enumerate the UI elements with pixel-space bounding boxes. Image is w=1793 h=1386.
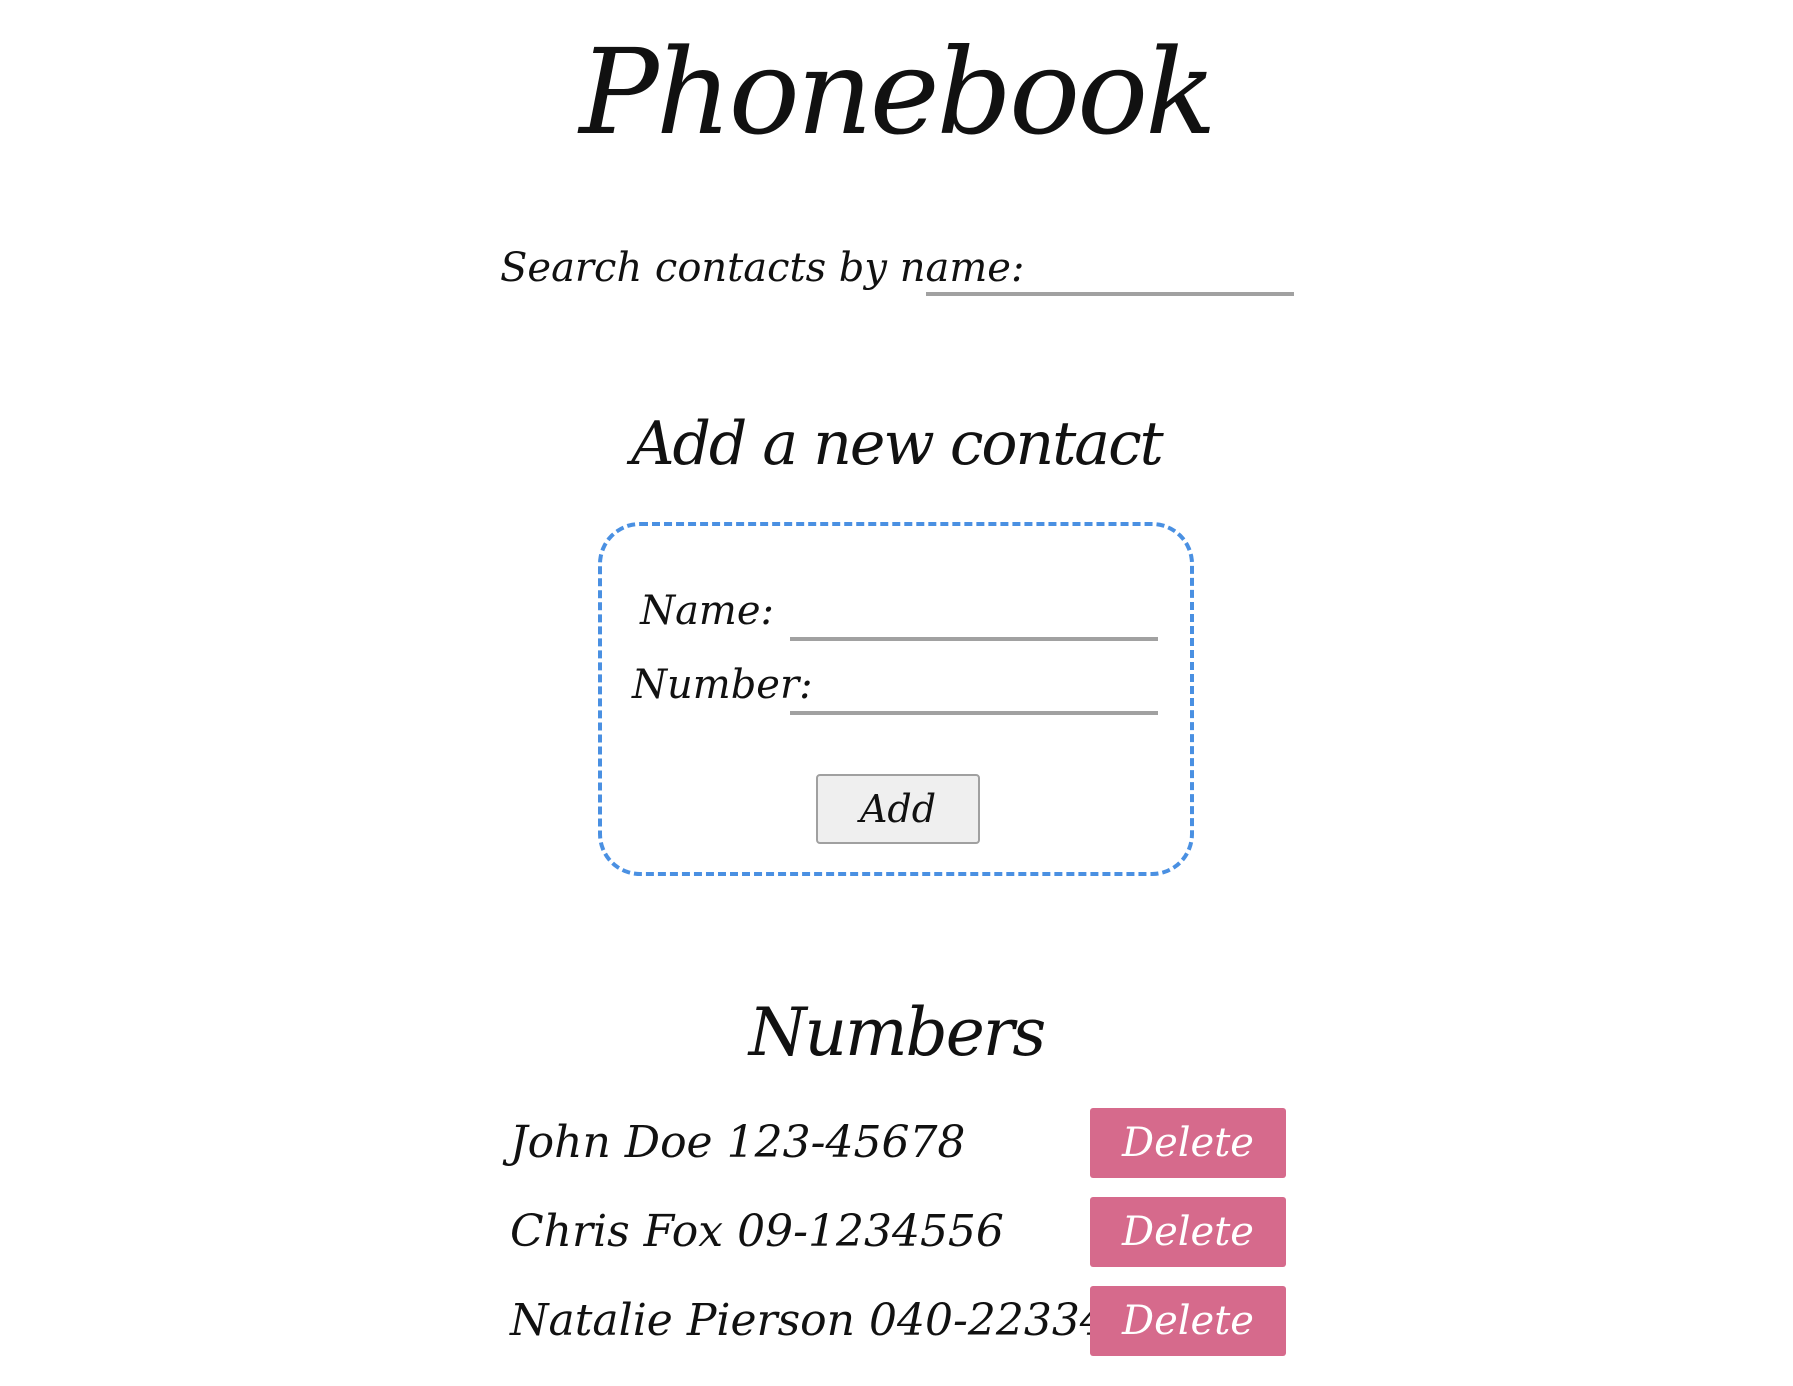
search-row: Search contacts by name: [500,238,1300,298]
numbers-heading: Numbers [748,994,1047,1071]
delete-button[interactable]: Delete [1090,1286,1286,1356]
contact-name: Chris Fox [510,1206,724,1257]
add-contact-heading: Add a new contact [631,409,1164,479]
number-input[interactable] [790,667,1158,715]
add-button[interactable]: Add [816,774,980,844]
contact-name: John Doe [510,1117,713,1168]
name-label: Name: [640,588,774,634]
contact-list: John Doe 123-45678 Delete Chris Fox 09-123… [510,1108,1290,1375]
contact-number: 123-45678 [726,1117,966,1168]
contact-row: Natalie Pierson 040-22334455 Delete [510,1286,1290,1375]
name-input[interactable] [790,593,1158,641]
delete-button[interactable]: Delete [1090,1197,1286,1267]
contact-number: 09-1234556 [737,1206,1004,1257]
contact-row: Chris Fox 09-1234556 Delete [510,1197,1290,1286]
search-input[interactable] [926,250,1294,296]
number-label: Number: [632,662,813,708]
contact-name: Natalie Pierson [510,1295,855,1346]
contact-entry: Chris Fox 09-1234556 [510,1203,1004,1261]
contact-entry: John Doe 123-45678 [510,1114,965,1172]
contact-row: John Doe 123-45678 Delete [510,1108,1290,1197]
page-title: Phonebook [579,23,1216,161]
delete-button[interactable]: Delete [1090,1108,1286,1178]
add-contact-form: Name: Number: Add [598,522,1194,876]
